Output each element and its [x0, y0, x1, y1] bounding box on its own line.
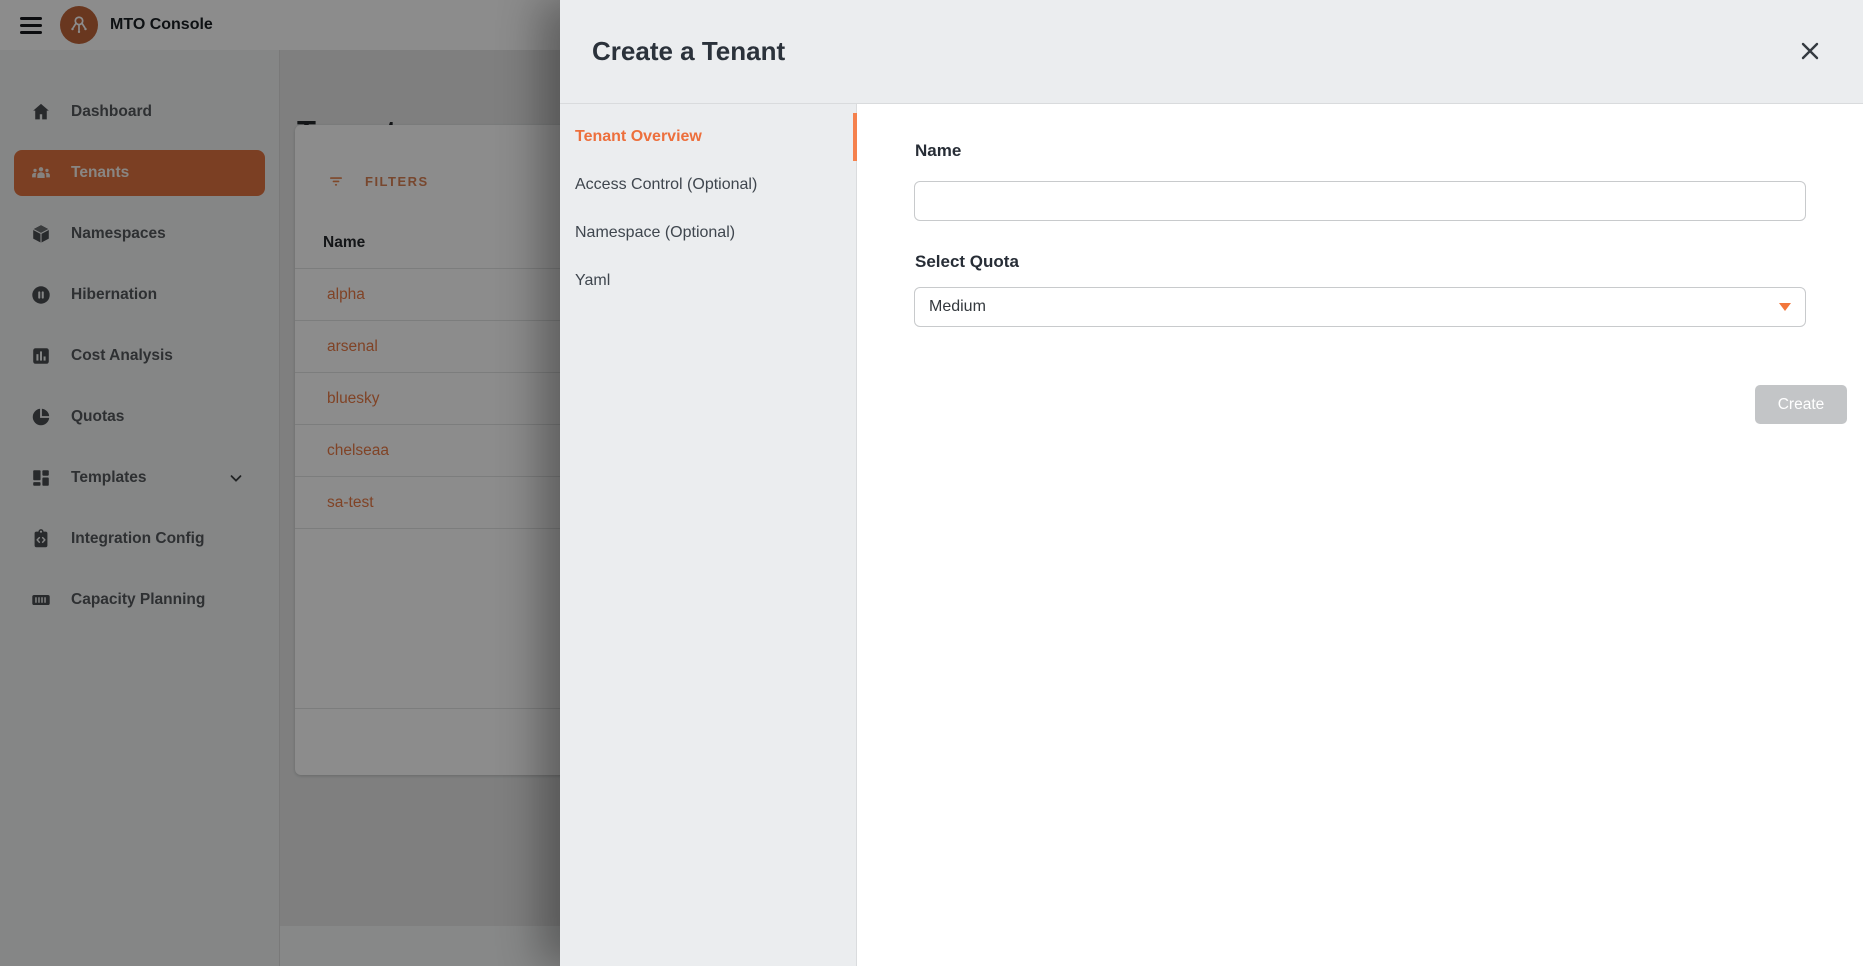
drawer-header: Create a Tenant — [560, 0, 1863, 104]
select-caret-icon — [1779, 303, 1791, 311]
create-tenant-drawer: Create a Tenant Tenant Overview Access C… — [560, 0, 1863, 966]
name-input[interactable] — [914, 181, 1806, 221]
name-label: Name — [915, 141, 961, 161]
drawer-title: Create a Tenant — [592, 36, 785, 67]
step-namespace[interactable]: Namespace (Optional) — [560, 209, 856, 257]
quota-label: Select Quota — [915, 252, 1019, 272]
drawer-body: Tenant Overview Access Control (Optional… — [560, 104, 1863, 966]
step-yaml[interactable]: Yaml — [560, 257, 856, 305]
create-button[interactable]: Create — [1755, 385, 1847, 424]
step-tenant-overview[interactable]: Tenant Overview — [560, 113, 856, 161]
close-icon[interactable] — [1795, 36, 1825, 66]
quota-select[interactable]: Medium — [914, 287, 1806, 327]
tenant-overview-form: Name Select Quota Medium Create — [857, 104, 1863, 966]
step-access-control[interactable]: Access Control (Optional) — [560, 161, 856, 209]
app-root: MTO Console Dashboard Tenants Namespaces — [0, 0, 1863, 966]
drawer-step-nav: Tenant Overview Access Control (Optional… — [560, 104, 857, 966]
quota-selected-value: Medium — [929, 298, 986, 316]
